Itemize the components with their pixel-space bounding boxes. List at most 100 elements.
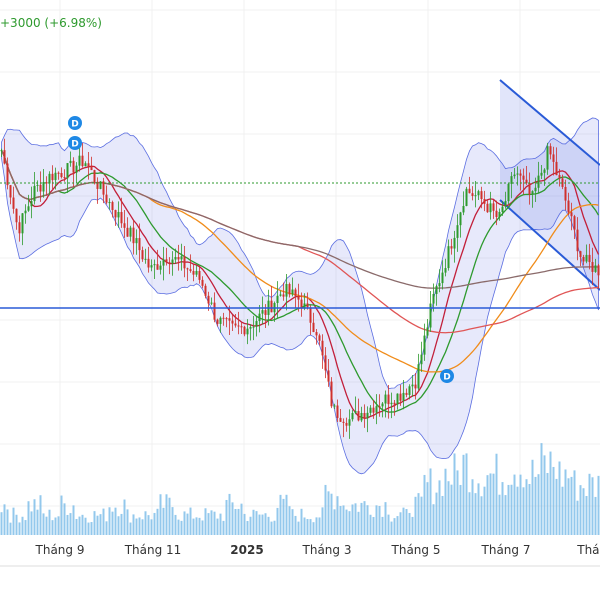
volume-bar	[582, 488, 585, 535]
volume-bar	[171, 507, 174, 535]
candle-body	[507, 183, 510, 202]
volume-bar	[294, 515, 297, 535]
candle-body	[24, 210, 27, 214]
candle-body	[147, 258, 150, 268]
candle-body	[597, 265, 600, 276]
volume-bar	[402, 507, 405, 535]
candle-body	[474, 195, 477, 197]
volume-bar	[6, 509, 9, 535]
volume-bar	[168, 497, 171, 535]
volume-bar	[162, 507, 165, 535]
volume-bar	[300, 508, 303, 535]
candle-body	[408, 386, 411, 395]
volume-bar	[174, 514, 177, 535]
volume-bar	[165, 494, 168, 535]
volume-bar	[513, 474, 516, 535]
candle-body	[6, 163, 9, 186]
volume-bar	[330, 493, 333, 535]
volume-bar	[270, 521, 273, 535]
volume-bar	[222, 520, 225, 535]
volume-bar	[534, 476, 537, 535]
candle-body	[522, 175, 525, 180]
volume-bar	[387, 514, 390, 535]
volume-bar	[441, 495, 444, 535]
volume-bar	[510, 484, 513, 535]
volume-bar	[240, 503, 243, 535]
candle-body	[9, 185, 12, 198]
x-tick: Tháng 7	[481, 543, 531, 557]
candle-body	[12, 197, 15, 209]
candle-body	[486, 203, 489, 213]
price-chart[interactable]: DDD	[0, 0, 600, 600]
candle-body	[435, 286, 438, 295]
candle-body	[495, 210, 498, 218]
volume-bar	[72, 505, 75, 535]
volume-bar	[366, 505, 369, 535]
volume-bar	[384, 502, 387, 535]
candle-body	[567, 200, 570, 213]
volume-bar	[87, 522, 90, 535]
candle-body	[573, 216, 576, 230]
candle-body	[237, 325, 240, 327]
volume-bar	[123, 499, 126, 535]
volume-bar	[381, 516, 384, 535]
candle-body	[279, 294, 282, 296]
candle-body	[177, 257, 180, 260]
candle-body	[192, 271, 195, 275]
volume-bar	[579, 485, 582, 535]
volume-bar	[588, 473, 591, 535]
candle-body	[465, 188, 468, 206]
volume-bar	[495, 453, 498, 535]
volume-bar	[492, 473, 495, 535]
candle-body	[240, 326, 243, 328]
volume-bar	[225, 499, 228, 535]
volume-bar	[207, 513, 210, 535]
volume-bar	[102, 508, 105, 535]
dividend-marker-label: D	[71, 120, 78, 130]
candle-body	[33, 185, 36, 202]
candle-body	[27, 206, 30, 211]
volume-bar	[498, 494, 501, 535]
candle-body	[210, 302, 213, 304]
candle-body	[219, 317, 222, 324]
volume-bar	[273, 520, 276, 535]
candle-body	[255, 321, 258, 327]
volume-bar	[594, 496, 597, 535]
volume-bar	[390, 521, 393, 535]
volume-bar	[159, 494, 162, 535]
candle-body	[144, 258, 147, 260]
volume-bar	[177, 519, 180, 535]
candle-body	[582, 256, 585, 262]
candle-body	[324, 355, 327, 371]
volume-bar	[405, 509, 408, 535]
volume-bar	[378, 505, 381, 535]
volume-bar	[66, 514, 69, 535]
volume-bar	[27, 501, 30, 535]
candle-body	[513, 174, 516, 177]
volume-bar	[288, 506, 291, 535]
candle-body	[405, 392, 408, 395]
candle-body	[351, 413, 354, 420]
candle-body	[234, 323, 237, 326]
volume-bar	[438, 480, 441, 535]
volume-bar	[231, 502, 234, 535]
volume-bar	[267, 516, 270, 535]
volume-bar	[573, 470, 576, 535]
x-tick: Tháng 5	[391, 543, 441, 557]
candle-body	[3, 150, 6, 164]
volume-bar	[258, 514, 261, 535]
candle-body	[153, 264, 156, 266]
volume-bar	[18, 522, 21, 535]
volume-bar	[450, 484, 453, 535]
candle-body	[558, 175, 561, 179]
candle-body	[360, 413, 363, 421]
candle-body	[183, 256, 186, 269]
candle-body	[477, 191, 480, 196]
volume-bar	[567, 478, 570, 535]
candle-body	[123, 223, 126, 228]
candle-body	[309, 307, 312, 323]
candle-body	[30, 201, 33, 207]
volume-bar	[432, 504, 435, 535]
candle-body	[330, 381, 333, 407]
volume-bar	[357, 511, 360, 535]
